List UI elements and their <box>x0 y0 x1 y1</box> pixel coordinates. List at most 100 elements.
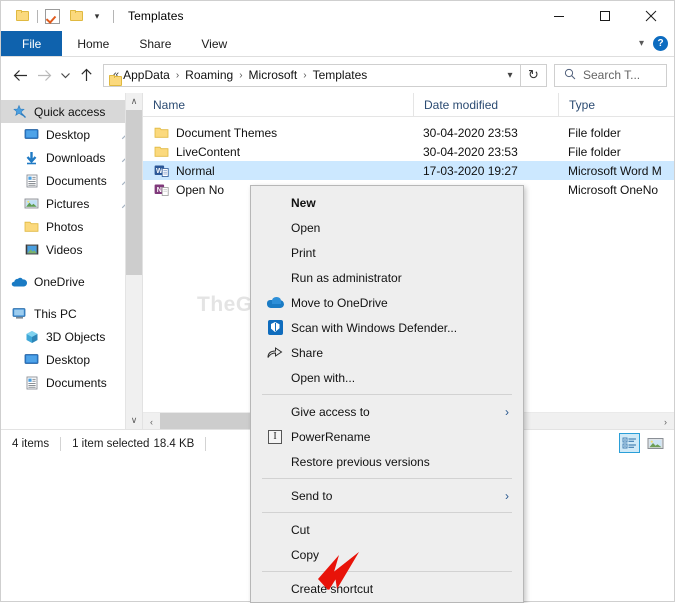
menu-item-new[interactable]: New <box>251 190 523 215</box>
sidebar-item-3d-objects[interactable]: 3D Objects <box>1 325 142 348</box>
sidebar-item-label: Desktop <box>46 127 91 142</box>
up-button[interactable] <box>74 63 98 87</box>
close-button[interactable] <box>628 1 674 31</box>
sidebar-item-this-pc-desktop[interactable]: Desktop <box>1 348 142 371</box>
table-row[interactable]: Document Themes 30-04-2020 23:53 File fo… <box>143 123 674 142</box>
menu-item-label: Run as administrator <box>291 270 402 285</box>
menu-item-label: PowerRename <box>291 429 371 444</box>
folder-icon <box>23 220 40 233</box>
file-name-cell: W Normal <box>143 161 413 180</box>
search-input[interactable]: Search T... <box>554 63 667 87</box>
context-menu: New Open Print Run as administrator Move… <box>250 185 524 603</box>
expand-ribbon-icon[interactable]: ▾ <box>639 38 644 49</box>
breadcrumb-templates[interactable]: Templates <box>312 68 369 82</box>
sort-ascending-icon: ˄ <box>268 93 273 96</box>
column-header-name[interactable]: Name ˄ <box>143 93 413 116</box>
download-arrow-icon <box>23 151 40 165</box>
menu-item-scan-with-windows-defender[interactable]: Scan with Windows Defender... <box>251 315 523 340</box>
breadcrumb-separator-3[interactable]: › <box>298 70 311 81</box>
column-headers: Name ˄ Date modified Type <box>143 93 674 117</box>
menu-item-copy[interactable]: Copy <box>251 542 523 567</box>
column-header-date-modified[interactable]: Date modified <box>413 93 558 116</box>
column-header-type[interactable]: Type <box>558 93 674 116</box>
minimize-button[interactable] <box>536 1 582 31</box>
sidebar-scroll-down-button[interactable]: ∨ <box>126 412 142 429</box>
menu-item-open-with[interactable]: Open with... <box>251 365 523 390</box>
breadcrumb[interactable]: « AppData › Roaming › Microsoft › Templa… <box>103 63 521 87</box>
refresh-button[interactable]: ↻ <box>521 63 547 87</box>
tab-share[interactable]: Share <box>124 31 186 56</box>
sidebar-item-label: This PC <box>34 306 77 321</box>
menu-item-give-access-to[interactable]: Give access to › <box>251 399 523 424</box>
sidebar-item-this-pc[interactable]: This PC <box>1 302 142 325</box>
sidebar-scroll-up-button[interactable]: ∧ <box>126 93 142 110</box>
sidebar-item-label: OneDrive <box>34 274 85 289</box>
details-view-button[interactable] <box>619 433 640 453</box>
pictures-icon <box>23 197 40 210</box>
menu-item-send-to[interactable]: Send to › <box>251 483 523 508</box>
file-name-label: Open No <box>176 182 225 197</box>
file-type-cell: Microsoft OneNo <box>568 182 659 197</box>
menu-item-share[interactable]: Share <box>251 340 523 365</box>
menu-separator <box>262 571 512 572</box>
file-name-label: LiveContent <box>176 144 241 159</box>
menu-item-open[interactable]: Open <box>251 215 523 240</box>
tab-home[interactable]: Home <box>62 31 124 56</box>
sidebar-item-quick-access[interactable]: Quick access <box>1 100 142 123</box>
sidebar-item-onedrive[interactable]: OneDrive <box>1 270 142 293</box>
sidebar-item-this-pc-documents[interactable]: Documents <box>1 371 142 394</box>
menu-item-label: Send to <box>291 488 333 503</box>
new-folder-icon[interactable] <box>68 7 86 25</box>
recent-locations-icon[interactable] <box>56 63 74 87</box>
folder-icon <box>153 145 170 158</box>
menu-item-create-shortcut[interactable]: Create shortcut <box>251 576 523 601</box>
sidebar-scroll-thumb[interactable] <box>126 110 142 275</box>
sidebar-item-photos[interactable]: Photos <box>1 215 142 238</box>
sidebar-item-desktop[interactable]: Desktop <box>1 123 142 146</box>
menu-item-label: Move to OneDrive <box>291 295 388 310</box>
breadcrumb-appdata[interactable]: AppData <box>122 68 171 82</box>
sidebar-item-videos[interactable]: Videos <box>1 238 142 261</box>
menu-item-powerrename[interactable]: I PowerRename <box>251 424 523 449</box>
menu-item-run-as-administrator[interactable]: Run as administrator <box>251 265 523 290</box>
file-explorer-window: ▾ Templates File Home Share View ▾ ? « A… <box>0 0 675 603</box>
large-icons-view-button[interactable] <box>645 433 666 453</box>
hscroll-right-button[interactable]: › <box>657 413 674 429</box>
menu-item-label: Print <box>291 245 316 260</box>
tab-view[interactable]: View <box>186 31 242 56</box>
sidebar-item-pictures[interactable]: Pictures <box>1 192 142 215</box>
file-date-cell: 17-03-2020 19:27 <box>423 163 518 178</box>
breadcrumb-microsoft[interactable]: Microsoft <box>248 68 299 82</box>
svg-text:N: N <box>157 186 162 193</box>
sidebar-gap-2 <box>1 293 142 302</box>
table-row[interactable]: LiveContent 30-04-2020 23:53 File folder <box>143 142 674 161</box>
menu-item-restore-previous-versions[interactable]: Restore previous versions <box>251 449 523 474</box>
table-row[interactable]: W Normal 17-03-2020 19:27 Microsoft Word… <box>143 161 674 180</box>
hscroll-left-button[interactable]: ‹ <box>143 413 160 429</box>
menu-item-move-to-onedrive[interactable]: Move to OneDrive <box>251 290 523 315</box>
address-dropdown-icon[interactable]: ▾ <box>500 70 520 81</box>
sidebar-item-downloads[interactable]: Downloads <box>1 146 142 169</box>
back-button[interactable] <box>8 63 32 87</box>
onenote-icon: N <box>153 183 170 197</box>
onedrive-icon <box>11 276 28 288</box>
help-icon[interactable]: ? <box>653 36 668 51</box>
menu-item-cut[interactable]: Cut <box>251 517 523 542</box>
breadcrumb-roaming[interactable]: Roaming <box>184 68 234 82</box>
tab-file[interactable]: File <box>1 31 63 56</box>
forward-button[interactable] <box>32 63 56 87</box>
sidebar-scrollbar[interactable]: ∧ ∨ <box>125 93 142 429</box>
breadcrumb-separator-2[interactable]: › <box>234 70 247 81</box>
window-controls <box>536 1 674 31</box>
file-name-cell: LiveContent <box>143 142 413 161</box>
properties-icon[interactable] <box>43 7 61 25</box>
sidebar-item-documents[interactable]: Documents <box>1 169 142 192</box>
folder-icon[interactable] <box>14 7 32 25</box>
menu-item-print[interactable]: Print <box>251 240 523 265</box>
breadcrumb-separator-1[interactable]: › <box>171 70 184 81</box>
sidebar-item-label: Quick access <box>34 104 106 119</box>
chevron-down-icon[interactable]: ▾ <box>86 7 108 25</box>
sidebar-item-label: 3D Objects <box>46 329 106 344</box>
sidebar-item-label: Videos <box>46 242 83 257</box>
maximize-button[interactable] <box>582 1 628 31</box>
